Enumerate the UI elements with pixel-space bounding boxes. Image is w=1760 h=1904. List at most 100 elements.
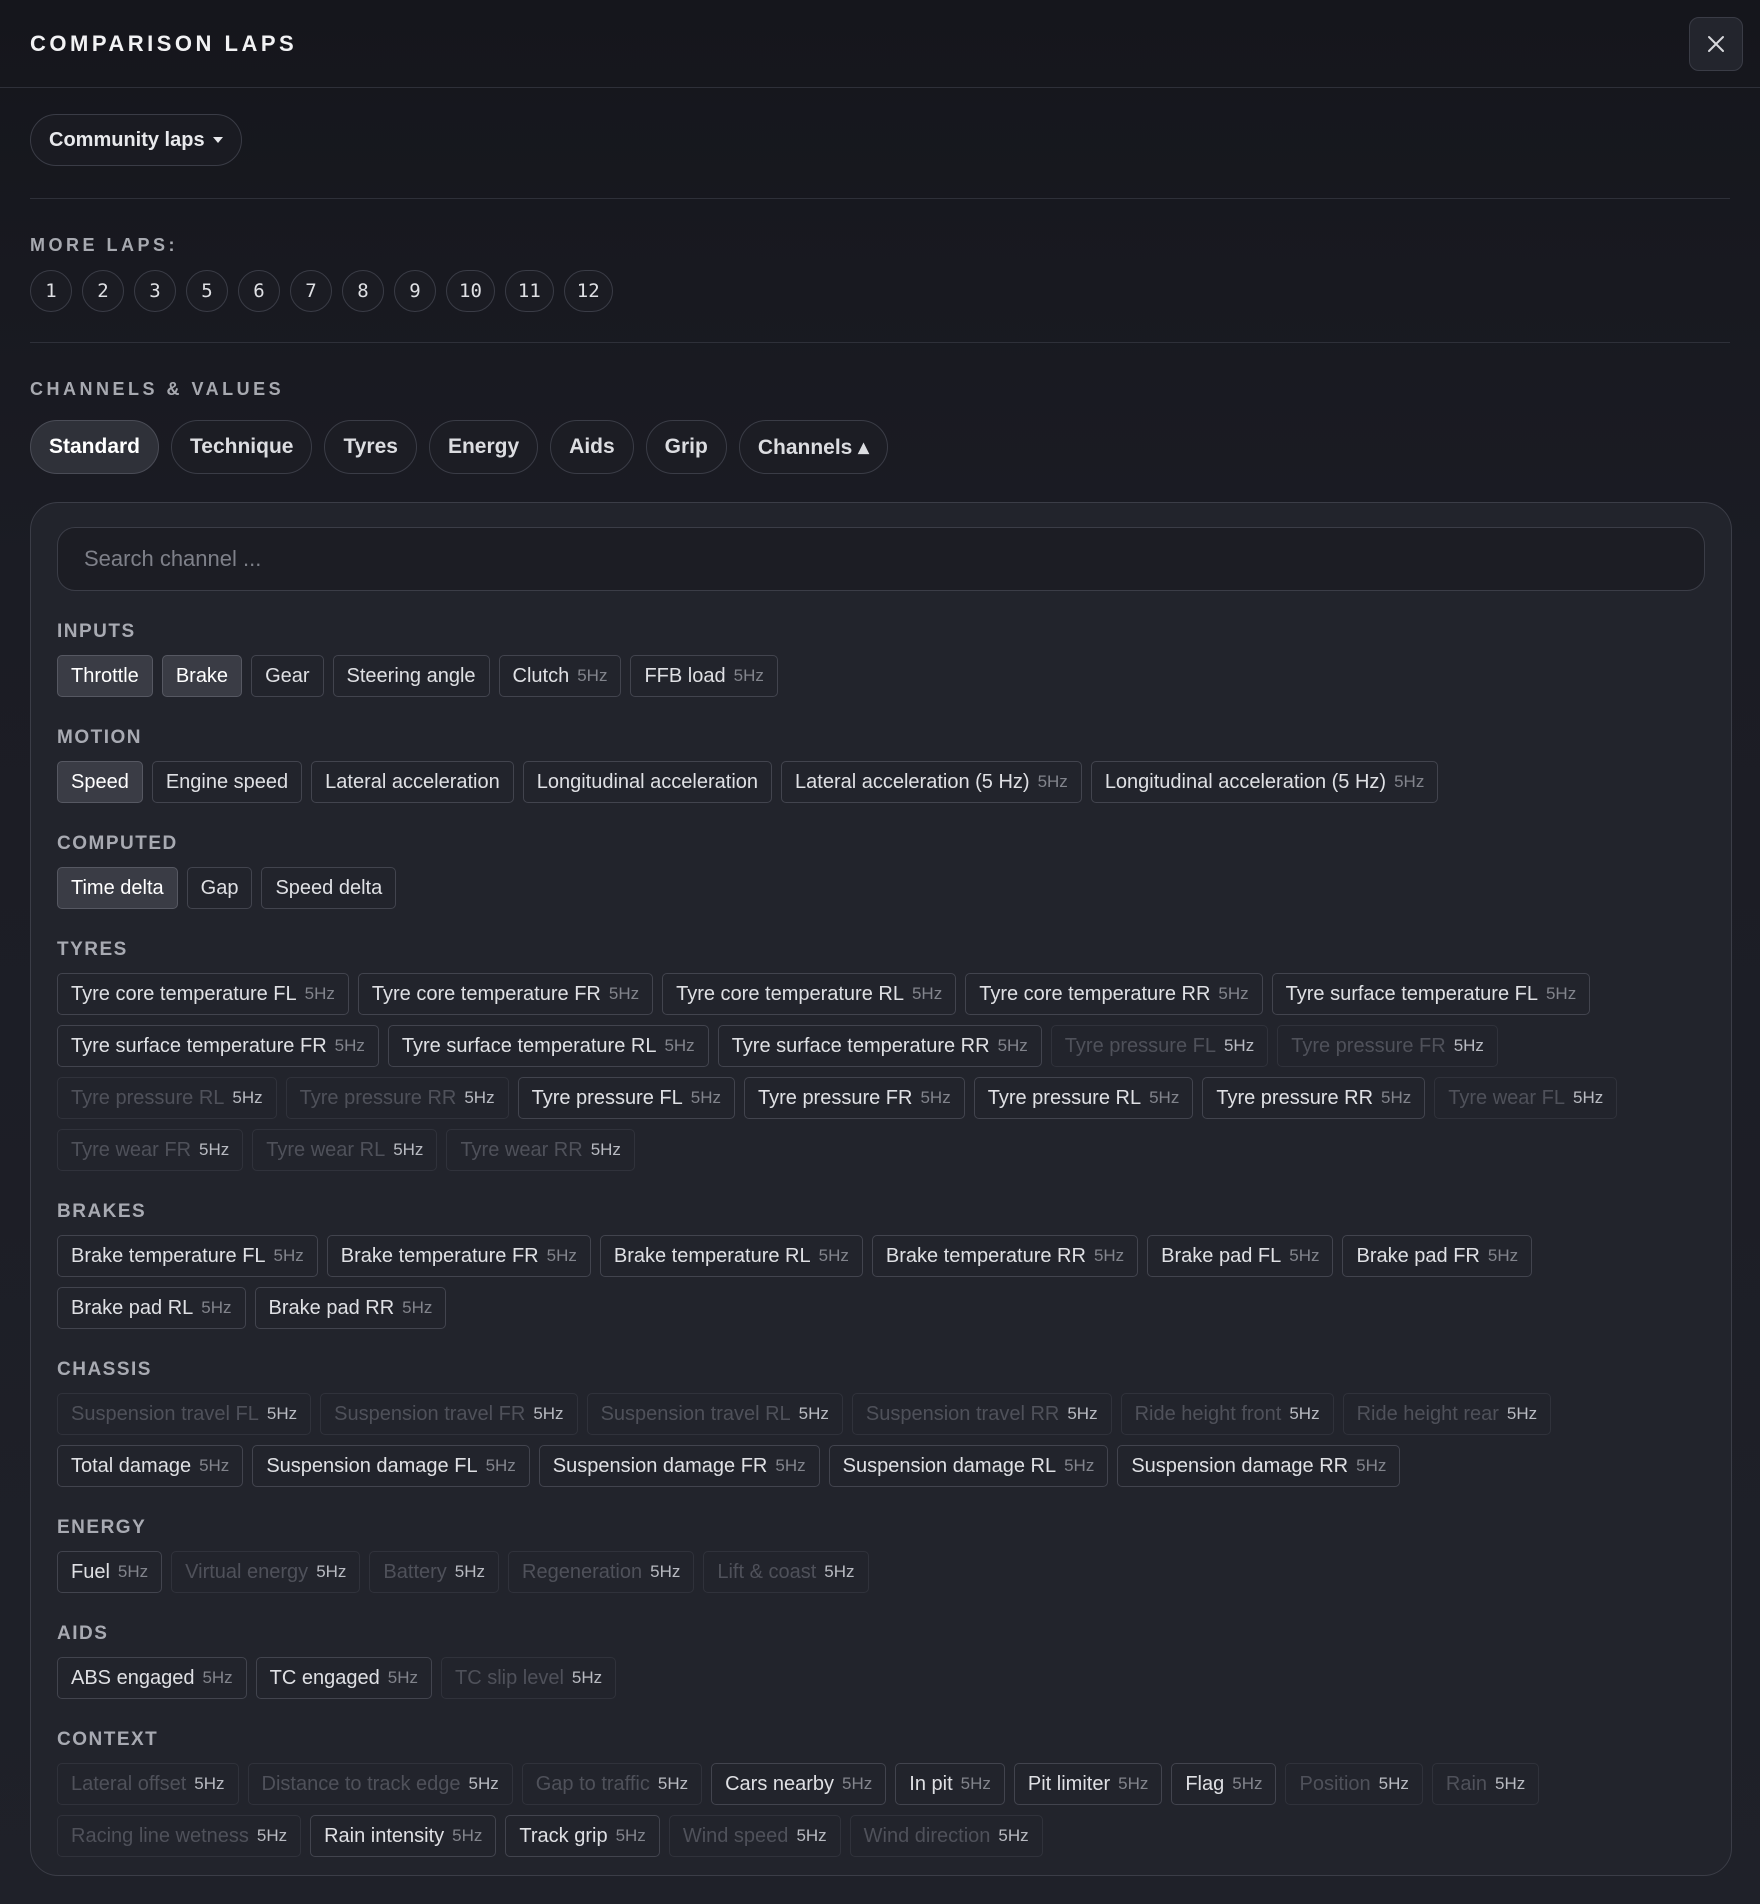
tab-technique[interactable]: Technique	[171, 420, 313, 474]
channel-chip[interactable]: Ride height rear 5Hz	[1342, 1393, 1552, 1435]
channel-chip[interactable]: Time delta	[57, 867, 178, 909]
channel-chip[interactable]: Tyre surface temperature FR 5Hz	[57, 1025, 379, 1067]
channel-chip[interactable]: In pit 5Hz	[895, 1763, 1005, 1805]
channel-chip[interactable]: Tyre surface temperature FL 5Hz	[1271, 973, 1591, 1015]
tab-tyres[interactable]: Tyres	[324, 420, 417, 474]
channel-chip[interactable]: Tyre surface temperature RR 5Hz	[717, 1025, 1042, 1067]
lap-button-10[interactable]: 10	[446, 270, 495, 312]
channel-chip[interactable]: Tyre core temperature FL 5Hz	[57, 973, 349, 1015]
channel-chip[interactable]: Tyre core temperature RR 5Hz	[965, 973, 1263, 1015]
channel-chip[interactable]: Lateral acceleration (5 Hz) 5Hz	[781, 761, 1082, 803]
channel-chip-list: Speed Engine speed Lateral acceleration Lon…	[57, 761, 1705, 803]
lap-button-7[interactable]: 7	[290, 270, 332, 312]
channel-chip[interactable]: Gap	[186, 867, 253, 909]
channel-chip[interactable]: Longitudinal acceleration	[522, 761, 773, 803]
channel-chip[interactable]: Brake pad FL 5Hz	[1147, 1235, 1334, 1277]
channel-chip[interactable]: Brake pad RR 5Hz	[254, 1287, 447, 1329]
channel-chip[interactable]: Tyre pressure RL 5Hz	[973, 1077, 1194, 1119]
channel-chip[interactable]: ABS engaged 5Hz	[57, 1657, 247, 1699]
channel-chip[interactable]: Tyre pressure RR 5Hz	[1202, 1077, 1426, 1119]
channel-chip[interactable]: Brake temperature RL 5Hz	[599, 1235, 863, 1277]
channel-chip[interactable]: Wind direction 5Hz	[849, 1815, 1043, 1857]
lap-button-3[interactable]: 3	[134, 270, 176, 312]
lap-button-2[interactable]: 2	[82, 270, 124, 312]
channel-chip-label: Position	[1299, 1772, 1371, 1795]
channel-chip[interactable]: Longitudinal acceleration (5 Hz) 5Hz	[1090, 761, 1439, 803]
channel-chip[interactable]: Tyre wear FL 5Hz	[1434, 1077, 1618, 1119]
channel-chip[interactable]: Suspension damage RL 5Hz	[828, 1445, 1109, 1487]
channel-chip[interactable]: Tyre pressure RR 5Hz	[285, 1077, 509, 1119]
lap-button-1[interactable]: 1	[30, 270, 72, 312]
channel-chip[interactable]: Tyre wear FR 5Hz	[57, 1129, 244, 1171]
channel-chip[interactable]: Rain 5Hz	[1431, 1763, 1540, 1805]
channel-chip[interactable]: Suspension damage FR 5Hz	[538, 1445, 820, 1487]
channel-chip[interactable]: Suspension damage FL 5Hz	[252, 1445, 530, 1487]
channel-chip[interactable]: Virtual energy 5Hz	[171, 1551, 361, 1593]
channel-chip[interactable]: Wind speed 5Hz	[668, 1815, 841, 1857]
channel-chip[interactable]: Lateral offset 5Hz	[57, 1763, 239, 1805]
channel-chip[interactable]: Suspension travel FL 5Hz	[57, 1393, 312, 1435]
channel-chip[interactable]: Cars nearby 5Hz	[711, 1763, 887, 1805]
lap-button-9[interactable]: 9	[394, 270, 436, 312]
channel-chip[interactable]: Tyre pressure FL 5Hz	[517, 1077, 735, 1119]
channel-chip[interactable]: Fuel 5Hz	[57, 1551, 163, 1593]
lap-button-11[interactable]: 11	[504, 270, 554, 312]
channel-chip[interactable]: Suspension travel RL 5Hz	[586, 1393, 843, 1435]
channel-chip[interactable]: Tyre core temperature FR 5Hz	[357, 973, 654, 1015]
channel-chip[interactable]: Gap to traffic 5Hz	[521, 1763, 703, 1805]
tab-energy[interactable]: Energy	[428, 420, 539, 474]
channel-chip[interactable]: Rain intensity 5Hz	[310, 1815, 497, 1857]
close-button[interactable]	[1689, 16, 1743, 71]
channel-chip[interactable]: Speed delta	[261, 867, 397, 909]
channel-chip[interactable]: Total damage 5Hz	[57, 1445, 244, 1487]
lap-button-8[interactable]: 8	[342, 270, 384, 312]
lap-button-6[interactable]: 6	[238, 270, 280, 312]
channel-chip[interactable]: Lateral acceleration	[311, 761, 514, 803]
tab-aids[interactable]: Aids	[550, 420, 634, 474]
channel-chip[interactable]: Gear	[251, 655, 324, 697]
channel-chip[interactable]: Tyre pressure RL 5Hz	[57, 1077, 277, 1119]
channel-chip[interactable]: Brake temperature RR 5Hz	[871, 1235, 1139, 1277]
channel-chip[interactable]: TC slip level 5Hz	[440, 1657, 617, 1699]
channel-chip[interactable]: Brake temperature FL 5Hz	[57, 1235, 318, 1277]
channel-chip[interactable]: Engine speed	[151, 761, 303, 803]
channel-chip[interactable]: Track grip 5Hz	[505, 1815, 660, 1857]
channel-chip[interactable]: Flag 5Hz	[1171, 1763, 1277, 1805]
channel-chip[interactable]: FFB load 5Hz	[630, 655, 778, 697]
channel-chip[interactable]: Suspension travel RR 5Hz	[851, 1393, 1112, 1435]
channel-chip[interactable]: Clutch 5Hz	[498, 655, 622, 697]
channel-chip[interactable]: Battery 5Hz	[369, 1551, 500, 1593]
channel-chip[interactable]: Tyre wear RL 5Hz	[252, 1129, 438, 1171]
channel-chip[interactable]: Throttle	[57, 655, 153, 697]
channel-chip[interactable]: Tyre surface temperature RL 5Hz	[387, 1025, 709, 1067]
channel-chip[interactable]: Tyre wear RR 5Hz	[446, 1129, 635, 1171]
channel-chip[interactable]: Tyre pressure FR 5Hz	[1277, 1025, 1498, 1067]
channel-chip[interactable]: Steering angle	[332, 655, 490, 697]
lap-button-12[interactable]: 12	[563, 270, 613, 312]
channel-chip[interactable]: Lift & coast 5Hz	[703, 1551, 869, 1593]
lap-button-5[interactable]: 5	[186, 270, 228, 312]
channel-chip[interactable]: Brake temperature FR 5Hz	[326, 1235, 591, 1277]
channel-chip[interactable]: Brake	[161, 655, 243, 697]
tab-grip[interactable]: Grip	[645, 420, 727, 474]
channel-chip[interactable]: Racing line wetness 5Hz	[57, 1815, 302, 1857]
channel-chip[interactable]: Tyre pressure FL 5Hz	[1050, 1025, 1269, 1067]
channel-chip[interactable]: Ride height front 5Hz	[1120, 1393, 1334, 1435]
channel-chip[interactable]: Regeneration 5Hz	[508, 1551, 695, 1593]
channel-chip[interactable]: TC engaged 5Hz	[255, 1657, 432, 1699]
channel-chip[interactable]: Tyre pressure FR 5Hz	[743, 1077, 965, 1119]
channel-chip[interactable]: Suspension travel FR 5Hz	[320, 1393, 578, 1435]
search-channel-input[interactable]: Search channel ...	[57, 527, 1705, 591]
channel-chip[interactable]: Suspension damage RR 5Hz	[1117, 1445, 1401, 1487]
source-dropdown[interactable]: Community laps	[30, 114, 242, 166]
channel-chip[interactable]: Brake pad FR 5Hz	[1342, 1235, 1533, 1277]
channel-chip[interactable]: Pit limiter 5Hz	[1013, 1763, 1163, 1805]
channel-chip[interactable]: Distance to track edge 5Hz	[247, 1763, 513, 1805]
tab-channels[interactable]: Channels ▴	[738, 420, 888, 474]
channel-chip[interactable]: Brake pad RL 5Hz	[57, 1287, 246, 1329]
channel-chip-list: Throttle Brake Gear Steering angle Clutch 5Hz…	[57, 655, 1705, 697]
channel-chip[interactable]: Speed	[57, 761, 143, 803]
tab-standard[interactable]: Standard	[30, 420, 160, 474]
channel-chip[interactable]: Tyre core temperature RL 5Hz	[662, 973, 957, 1015]
channel-chip[interactable]: Position 5Hz	[1285, 1763, 1423, 1805]
